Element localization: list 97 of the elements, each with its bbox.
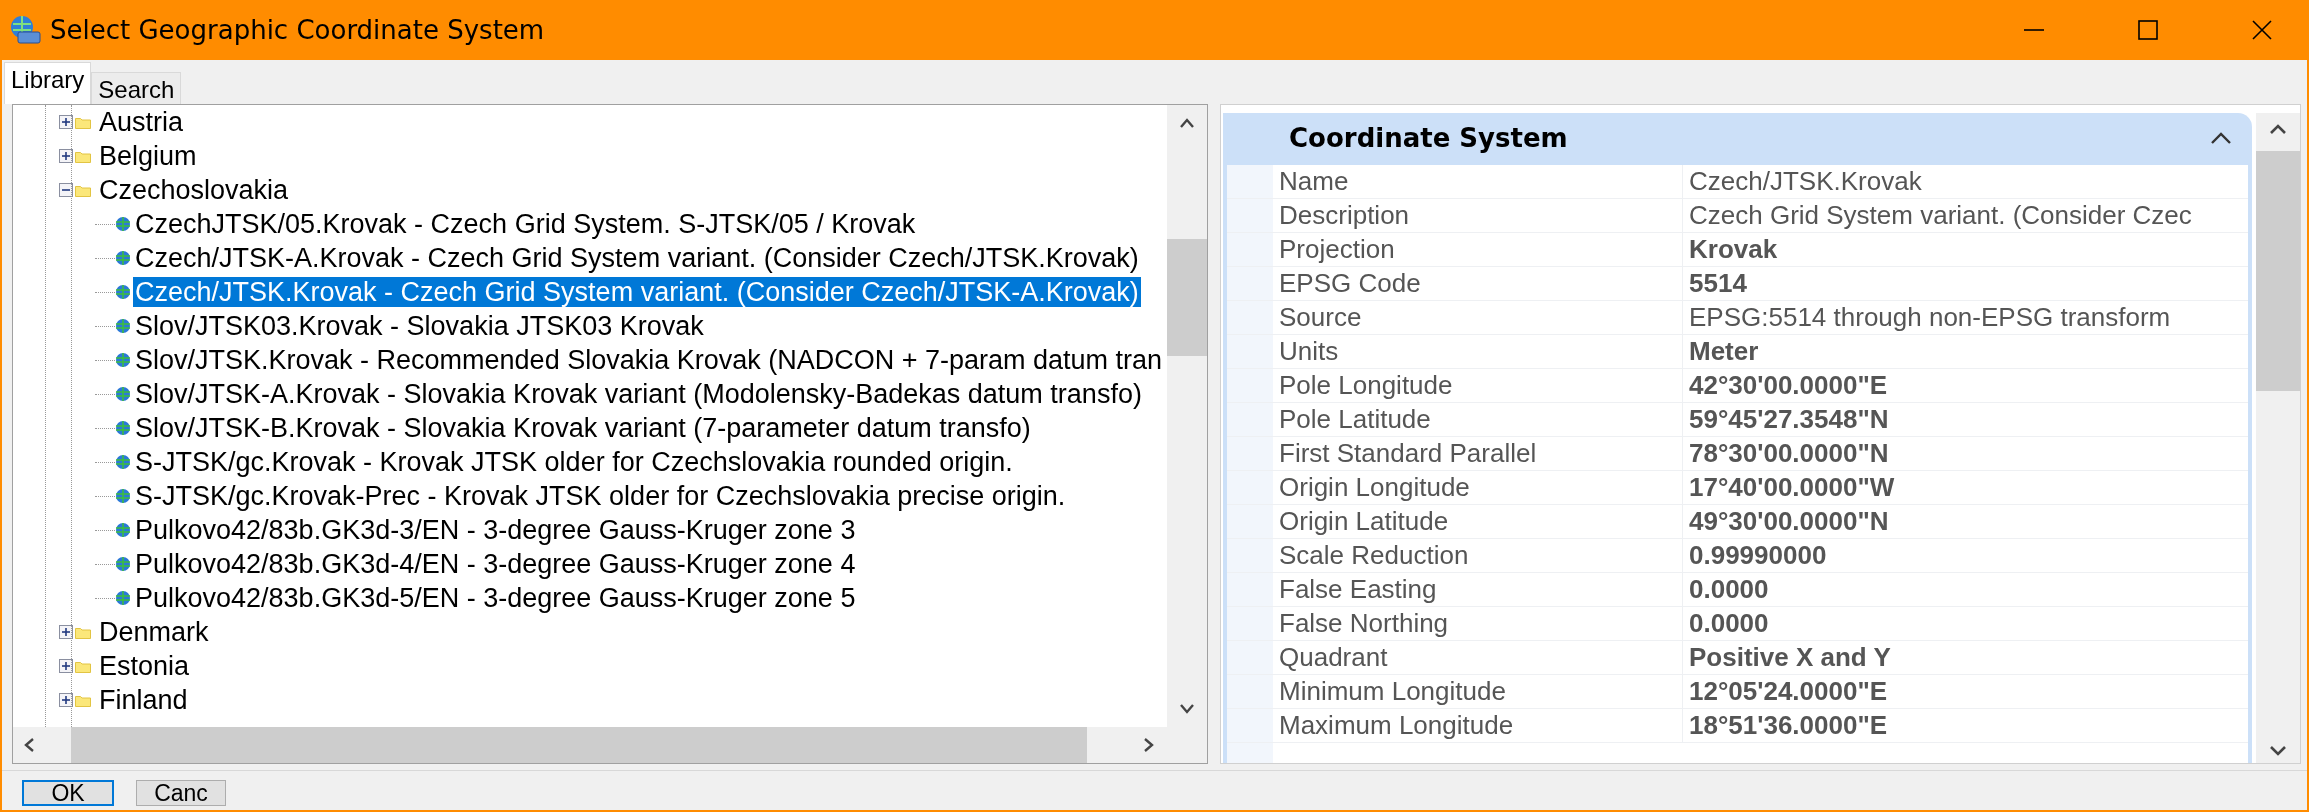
tree-expander-icon[interactable] xyxy=(59,183,73,197)
tree-item[interactable]: Slov/JTSK03.Krovak - Slovakia JTSK03 Krovak xyxy=(133,311,706,341)
property-value: Meter xyxy=(1688,336,1760,367)
globe-icon xyxy=(115,386,131,402)
property-name: Pole Latitude xyxy=(1273,403,1683,436)
folder-icon xyxy=(75,693,91,707)
dialog-button[interactable]: Canc xyxy=(136,780,226,806)
property-value: 0.0000 xyxy=(1688,608,1770,639)
tree-item[interactable]: Czechoslovakia xyxy=(97,175,291,205)
property-name: Pole Longitude xyxy=(1273,369,1683,402)
tree-expander-icon[interactable] xyxy=(59,693,73,707)
scroll-right-icon[interactable] xyxy=(1143,737,1155,753)
property-value: 59°45'27.3548"N xyxy=(1688,404,1890,435)
folder-icon xyxy=(75,183,91,197)
tree-item[interactable]: Czech/JTSK-A.Krovak - Czech Grid System variant. (Consider Czech/JTSK.Krovak) xyxy=(133,243,1141,273)
tree-expander-icon[interactable] xyxy=(59,625,73,639)
scroll-up-icon[interactable] xyxy=(2269,123,2287,135)
tree-item[interactable]: Pulkovo42/83b.GK3d-4/EN - 3-degree Gauss-Kruger zone 4 xyxy=(133,549,858,579)
tab[interactable]: Library xyxy=(4,62,92,104)
globe-icon xyxy=(115,590,131,606)
property-name: First Standard Parallel xyxy=(1273,437,1683,470)
property-name: Origin Longitude xyxy=(1273,471,1683,504)
property-value: 5514 xyxy=(1688,268,1748,299)
chevron-icon[interactable] xyxy=(2210,131,2232,145)
globe-icon xyxy=(115,522,131,538)
property-value: 78°30'00.0000"N xyxy=(1688,438,1890,469)
section-title: Coordinate System xyxy=(1289,123,1569,153)
property-name: False Northing xyxy=(1273,607,1683,640)
property-name: Source xyxy=(1273,301,1683,334)
folder-icon xyxy=(75,115,91,129)
property-value: Czech Grid System variant. (Consider Czec xyxy=(1688,200,2193,231)
tree-item[interactable]: Czech/JTSK.Krovak - Czech Grid System variant. (Consider Czech/JTSK-A.Krovak) xyxy=(133,277,1141,307)
tree-item[interactable]: Austria xyxy=(97,107,186,137)
property-value: 17°40'00.0000"W xyxy=(1688,472,1896,503)
property-value: 0.0000 xyxy=(1688,574,1770,605)
globe-icon xyxy=(115,488,131,504)
globe-app-icon xyxy=(8,14,42,46)
property-name: Description xyxy=(1273,199,1683,232)
window-title: Select Geographic Coordinate System xyxy=(50,15,545,45)
scroll-thumb[interactable] xyxy=(1167,239,1207,356)
folder-icon xyxy=(75,659,91,673)
vertical-scrollbar[interactable] xyxy=(1167,105,1207,727)
tree-item[interactable]: S-JTSK/gc.Krovak-Prec - Krovak JTSK older for Czechslovakia precise origin. xyxy=(133,481,1068,511)
tree-expander-icon[interactable] xyxy=(59,659,73,673)
tree-expander-icon[interactable] xyxy=(59,115,73,129)
tree-item[interactable]: S-JTSK/gc.Krovak - Krovak JTSK older for Czechslovakia rounded origin. xyxy=(133,447,1015,477)
globe-icon xyxy=(115,454,131,470)
tree-item[interactable]: Estonia xyxy=(97,651,192,681)
globe-icon xyxy=(115,420,131,436)
tree-expander-icon[interactable] xyxy=(59,149,73,163)
property-value: 42°30'00.0000"E xyxy=(1688,370,1889,401)
tree-item[interactable]: Pulkovo42/83b.GK3d-3/EN - 3-degree Gauss-Kruger zone 3 xyxy=(133,515,858,545)
close-icon[interactable] xyxy=(2251,19,2273,41)
property-name: False Easting xyxy=(1273,573,1683,606)
property-name: Maximum Longitude xyxy=(1273,709,1683,742)
property-value: Krovak xyxy=(1688,234,1779,265)
scroll-up-icon[interactable] xyxy=(1179,117,1195,129)
dialog-button[interactable]: OK xyxy=(22,780,114,806)
property-value: Czech/JTSK.Krovak xyxy=(1688,166,1923,197)
property-name: Name xyxy=(1273,165,1683,198)
tree-item[interactable]: Slov/JTSK.Krovak - Recommended Slovakia Krovak (NADCON + 7-param datum tran xyxy=(133,345,1165,375)
section-header[interactable]: Coordinate System xyxy=(1223,113,2252,163)
folder-icon xyxy=(75,625,91,639)
tab[interactable]: Search xyxy=(91,72,182,104)
folder-icon xyxy=(75,149,91,163)
maximize-icon[interactable] xyxy=(2137,19,2159,41)
scroll-down-icon[interactable] xyxy=(1179,703,1195,715)
globe-icon xyxy=(115,284,131,300)
property-value: 49°30'00.0000"N xyxy=(1688,506,1890,537)
scroll-down-icon[interactable] xyxy=(2269,745,2287,757)
tree-item[interactable]: Denmark xyxy=(97,617,211,647)
property-value: Positive X and Y xyxy=(1688,642,1892,673)
property-value: 0.99990000 xyxy=(1688,540,1828,571)
scroll-thumb[interactable] xyxy=(2256,151,2300,391)
scroll-left-icon[interactable] xyxy=(23,737,35,753)
globe-icon xyxy=(115,318,131,334)
tree-item[interactable]: CzechJTSK/05.Krovak - Czech Grid System. S-JTSK/05 / Krovak xyxy=(133,209,918,239)
property-name: Projection xyxy=(1273,233,1683,266)
globe-icon xyxy=(115,556,131,572)
property-name: Scale Reduction xyxy=(1273,539,1683,572)
property-value: EPSG:5514 through non-EPSG transform xyxy=(1688,302,2172,333)
tree-item[interactable]: Belgium xyxy=(97,141,199,171)
tree-item[interactable]: Slov/JTSK-B.Krovak - Slovakia Krovak variant (7-parameter datum transfo) xyxy=(133,413,1033,443)
tree-item[interactable]: Pulkovo42/83b.GK3d-5/EN - 3-degree Gauss-Kruger zone 5 xyxy=(133,583,858,613)
tree-item[interactable]: Finland xyxy=(97,685,190,715)
tree-item[interactable]: Slov/JTSK-A.Krovak - Slovakia Krovak variant (Modolensky-Badekas datum transfo) xyxy=(133,379,1144,409)
globe-icon xyxy=(115,250,131,266)
property-name: Units xyxy=(1273,335,1683,368)
property-name: Quadrant xyxy=(1273,641,1683,674)
property-name: Origin Latitude xyxy=(1273,505,1683,538)
property-name: Minimum Longitude xyxy=(1273,675,1683,708)
vertical-scrollbar[interactable] xyxy=(2256,113,2300,763)
property-value: 18°51'36.0000"E xyxy=(1688,710,1889,741)
globe-icon xyxy=(115,352,131,368)
property-value: 12°05'24.0000"E xyxy=(1688,676,1889,707)
property-name: EPSG Code xyxy=(1273,267,1683,300)
globe-icon xyxy=(115,216,131,232)
